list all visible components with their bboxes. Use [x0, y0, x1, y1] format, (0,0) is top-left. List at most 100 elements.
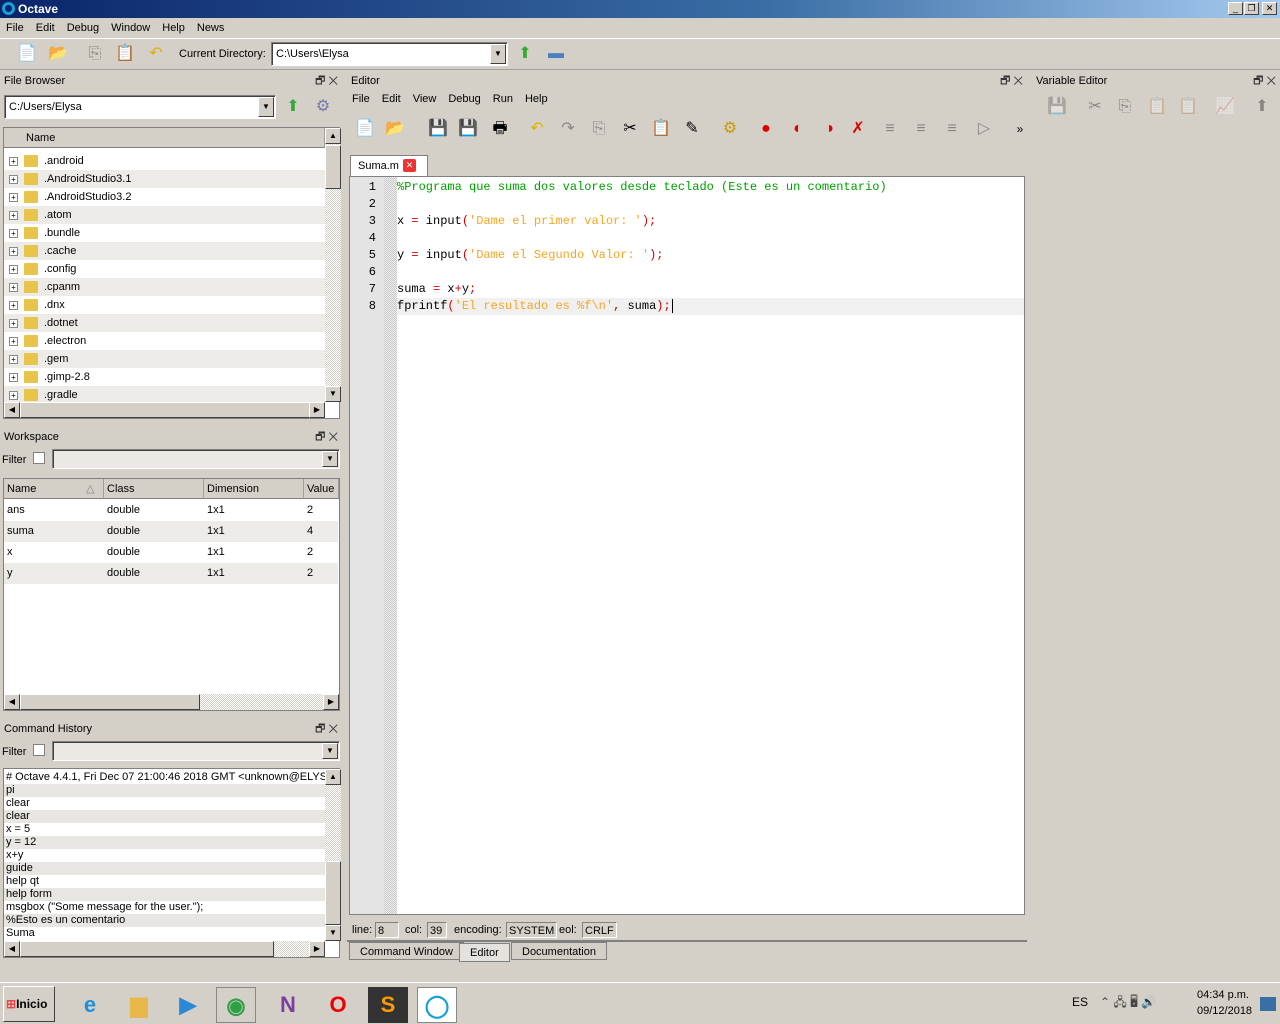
chrome-icon[interactable]: ◉	[216, 987, 256, 1023]
cut-icon[interactable]: ✂	[1084, 96, 1106, 118]
copy-icon[interactable]: ⎘	[84, 43, 106, 65]
code-line[interactable]: fprintf('El resultado es %f\n', suma);	[397, 298, 1024, 315]
gear-icon[interactable]: ⚙	[312, 96, 334, 118]
dock-buttons[interactable]: 🗗 ✕	[1000, 72, 1023, 90]
expand-icon[interactable]: +	[9, 390, 18, 400]
history-item[interactable]: Suma	[4, 927, 325, 940]
sublime-text-icon[interactable]: S	[368, 987, 408, 1023]
dock-buttons[interactable]: 🗗 ✕	[315, 720, 338, 738]
expand-icon[interactable]: +	[9, 318, 18, 328]
new-file-icon[interactable]: 📄	[16, 43, 38, 65]
close-tab-icon[interactable]: ✕	[403, 159, 416, 172]
chevron-down-icon[interactable]: ▼	[490, 44, 506, 64]
history-item[interactable]: help qt	[4, 875, 325, 888]
file-tree-item[interactable]: + .AndroidStudio3.2	[4, 188, 325, 206]
file-tree-item[interactable]: + .cache	[4, 242, 325, 260]
expand-icon[interactable]: +	[9, 282, 18, 292]
column-header-value[interactable]: Value	[304, 479, 339, 499]
breakpoint-icon[interactable]: ●	[755, 118, 777, 140]
horizontal-scrollbar[interactable]: ◀ ▶	[4, 694, 339, 710]
expand-icon[interactable]: +	[9, 210, 18, 220]
expand-icon[interactable]: +	[9, 228, 18, 238]
new-file-icon[interactable]: 📄	[354, 118, 376, 140]
vertical-scrollbar[interactable]: ▲ ▼	[325, 128, 341, 402]
expand-icon[interactable]: +	[9, 264, 18, 274]
code-line[interactable]: %Programa que suma dos valores desde tec…	[397, 179, 1024, 196]
cut-icon[interactable]: ✂	[619, 118, 641, 140]
octave-icon[interactable]: ◯	[417, 987, 457, 1023]
history-item[interactable]: x = 5	[4, 823, 325, 836]
expand-icon[interactable]: +	[9, 192, 18, 202]
undo-icon[interactable]: ↶	[145, 43, 167, 65]
code-line[interactable]: suma = x+y;	[397, 281, 1024, 298]
history-item[interactable]: y = 12	[4, 836, 325, 849]
expand-icon[interactable]: +	[9, 174, 18, 184]
file-tree-item[interactable]: + .android	[4, 152, 325, 170]
up-icon[interactable]: ⬆	[1251, 96, 1273, 118]
plot-icon[interactable]: 📈	[1214, 96, 1236, 118]
history-item[interactable]: x+y	[4, 849, 325, 862]
next-breakpoint-icon[interactable]: ◐	[787, 118, 809, 140]
copy-icon[interactable]: ⎘	[588, 118, 610, 140]
history-item[interactable]: # Octave 4.4.1, Fri Dec 07 21:00:46 2018…	[4, 771, 325, 784]
file-tree-item[interactable]: + .atom	[4, 206, 325, 224]
filter-checkbox[interactable]	[33, 452, 45, 464]
file-tree-item[interactable]: + .gem	[4, 350, 325, 368]
history-item[interactable]: clear	[4, 810, 325, 823]
clear-breakpoints-icon[interactable]: ✗	[847, 118, 869, 140]
step-icon[interactable]: ≡	[879, 118, 901, 140]
file-browser-path-combo[interactable]: C:/Users/Elysa ▼	[4, 95, 276, 119]
minimize-button[interactable]: _	[1228, 2, 1243, 15]
menu-help[interactable]: Help	[156, 18, 191, 38]
previous-breakpoint-icon[interactable]: ◑	[818, 118, 840, 140]
tab-command-window[interactable]: Command Window	[349, 942, 464, 960]
open-folder-icon[interactable]: 📂	[47, 43, 69, 65]
horizontal-scrollbar[interactable]: ◀ ▶	[4, 941, 325, 957]
media-player-icon[interactable]: ▶	[168, 987, 208, 1023]
file-tree-item[interactable]: + .dotnet	[4, 314, 325, 332]
save-as-icon[interactable]: 💾	[457, 118, 479, 140]
table-row[interactable]: y double 1x1 2	[4, 563, 338, 584]
expand-icon[interactable]: +	[9, 372, 18, 382]
editor-menu-edit[interactable]: Edit	[376, 90, 407, 108]
history-item[interactable]: help form	[4, 888, 325, 901]
editor-menu-view[interactable]: View	[407, 90, 443, 108]
parent-dir-icon[interactable]: ⬆	[282, 96, 304, 118]
column-header-name[interactable]: Name	[4, 128, 325, 148]
history-item[interactable]: msgbox ("Some message for the user.");	[4, 901, 325, 914]
history-item[interactable]: guide	[4, 862, 325, 875]
history-item[interactable]: pi	[4, 784, 325, 797]
clock-date[interactable]: 09/12/2018	[1197, 1005, 1252, 1017]
file-tree-item[interactable]: + .electron	[4, 332, 325, 350]
tab-documentation[interactable]: Documentation	[511, 942, 607, 960]
expand-icon[interactable]: +	[9, 336, 18, 346]
file-tree-item[interactable]: + .config	[4, 260, 325, 278]
dock-buttons[interactable]: 🗗 ✕	[315, 428, 338, 446]
tray-icons[interactable]: ⌃ 🖧 🖥 🔊	[1100, 993, 1156, 1014]
start-button[interactable]: ⊞Inicio	[3, 986, 55, 1022]
menu-file[interactable]: File	[0, 18, 30, 38]
horizontal-scrollbar[interactable]: ◀ ▶	[4, 402, 325, 418]
opera-icon[interactable]: O	[318, 987, 358, 1023]
code-editor[interactable]: 1 2 3 4 5 6 7 8 %Programa que suma dos valores …	[349, 176, 1025, 915]
run-gear-icon[interactable]: ⚙	[719, 118, 741, 140]
step-in-icon[interactable]: ≡	[910, 118, 932, 140]
editor-menu-run[interactable]: Run	[487, 90, 519, 108]
open-folder-icon[interactable]: 📂	[384, 118, 406, 140]
column-header-class[interactable]: Class	[104, 479, 204, 499]
menu-debug[interactable]: Debug	[61, 18, 105, 38]
table-row[interactable]: suma double 1x1 4	[4, 521, 338, 542]
parent-dir-icon[interactable]: ⬆	[514, 43, 536, 65]
menu-window[interactable]: Window	[105, 18, 156, 38]
table-row[interactable]: x double 1x1 2	[4, 542, 338, 563]
column-header-name[interactable]: Name △	[4, 479, 104, 499]
editor-menu-debug[interactable]: Debug	[442, 90, 486, 108]
code-line[interactable]	[397, 196, 1024, 213]
file-explorer-icon[interactable]: ▆	[119, 987, 159, 1023]
file-tree-item[interactable]: + .bundle	[4, 224, 325, 242]
chevron-down-icon[interactable]: ▼	[322, 743, 338, 759]
vertical-scrollbar[interactable]: ▲ ▼	[325, 769, 341, 941]
paste-icon[interactable]: 📋	[650, 118, 672, 140]
tab-editor[interactable]: Editor	[459, 943, 510, 962]
step-out-icon[interactable]: ≡	[941, 118, 963, 140]
